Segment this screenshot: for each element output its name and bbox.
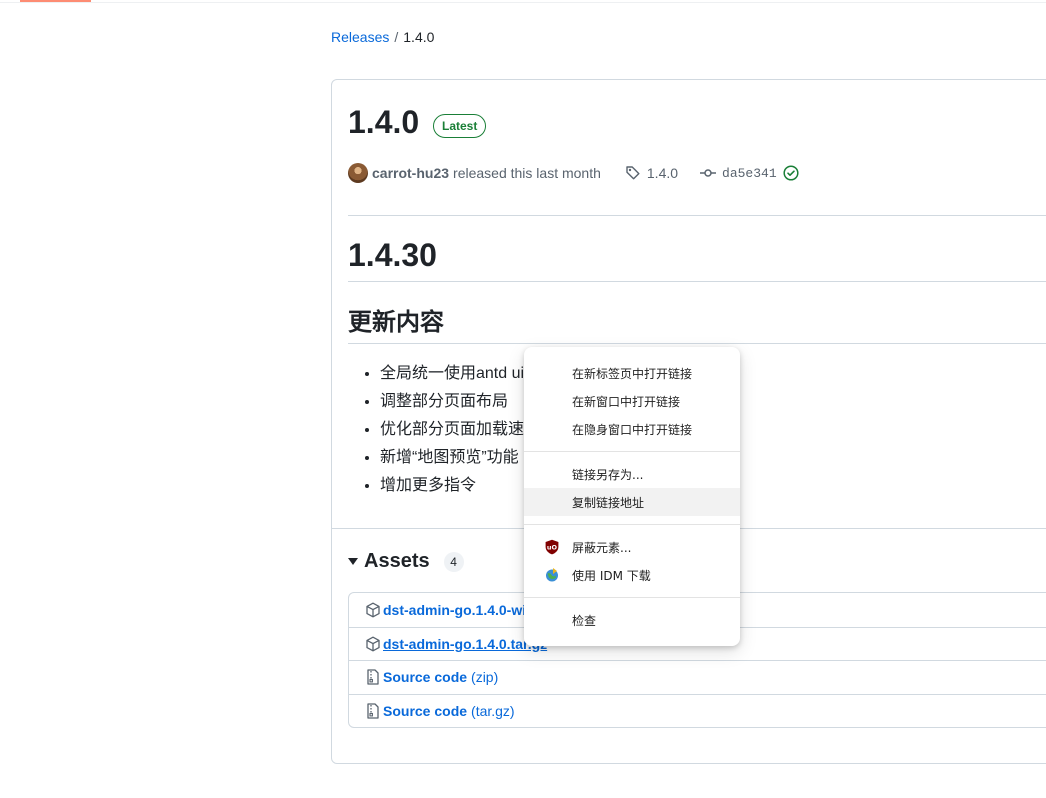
commit-icon [700,165,717,181]
verified-check-icon[interactable] [783,165,799,181]
asset-link[interactable]: Source code [383,669,467,685]
idm-globe-icon [544,567,560,583]
notes-section-heading: 更新内容 [348,309,444,336]
list-item: 全局统一使用antd ui [380,360,524,388]
menu-save-link-as[interactable]: 链接另存为... [524,460,740,488]
asset-suffix: (tar.gz) [471,702,515,719]
menu-open-new-window[interactable]: 在新窗口中打开链接 [524,387,740,415]
breadcrumb-separator: / [394,29,399,45]
menu-separator [524,451,740,452]
avatar[interactable] [348,163,368,183]
commit-sha: da5e341 [722,165,777,181]
ublock-shield-icon: uO [544,539,560,555]
menu-open-new-tab[interactable]: 在新标签页中打开链接 [524,359,740,387]
menu-separator [524,597,740,598]
svg-text:uO: uO [547,544,558,552]
heading-divider [348,281,1046,282]
file-zip-icon [365,669,381,685]
list-item: 调整部分页面布局 [380,388,524,416]
context-menu: 在新标签页中打开链接 在新窗口中打开链接 在隐身窗口中打开链接 链接另存为...… [524,347,740,646]
menu-open-incognito[interactable]: 在隐身窗口中打开链接 [524,415,740,443]
tag-icon [625,165,641,181]
breadcrumb-current: 1.4.0 [403,29,435,45]
asset-suffix: (zip) [471,669,499,686]
menu-download-idm[interactable]: 使用 IDM 下载 [524,561,740,589]
breadcrumb-releases-link[interactable]: Releases [331,29,389,45]
asset-link[interactable]: dst-admin-go.1.4.0-wir [383,602,532,618]
section-divider [348,343,1046,344]
author-link[interactable]: carrot-hu23 [372,165,449,181]
caret-down-icon [348,558,358,565]
asset-row[interactable]: Source code (tar.gz) [349,693,1046,728]
commit-link[interactable]: da5e341 [700,165,799,181]
list-item: 优化部分页面加载速 [380,416,524,444]
menu-download-idm-label: 使用 IDM 下载 [572,568,651,583]
release-meta: carrot-hu23 released this last month 1.4… [348,162,799,184]
menu-copy-link-address[interactable]: 复制链接地址 [524,488,740,516]
menu-block-element[interactable]: uO 屏蔽元素... [524,533,740,561]
header-divider [0,2,1046,3]
asset-row[interactable]: Source code (zip) [349,660,1046,694]
menu-inspect[interactable]: 检查 [524,606,740,634]
package-icon [365,602,381,618]
assets-count-badge: 4 [443,551,464,572]
file-zip-icon [365,703,381,719]
latest-badge: Latest [433,114,487,138]
release-notes-list: 全局统一使用antd ui 调整部分页面布局 优化部分页面加载速 新增“地图预览… [380,360,524,500]
assets-toggle[interactable]: Assets 4 [348,550,464,573]
breadcrumb: Releases / 1.4.0 [331,29,434,45]
notes-version-heading: 1.4.30 [348,237,437,273]
menu-block-element-label: 屏蔽元素... [572,540,632,555]
tag-label: 1.4.0 [646,165,679,181]
release-title[interactable]: 1.4.0 [348,102,419,142]
asset-link[interactable]: Source code [383,703,467,719]
list-item: 新增“地图预览”功能 [380,444,524,472]
assets-heading: Assets [364,550,430,572]
list-item: 增加更多指令 [380,472,524,500]
package-icon [365,636,381,652]
tag-link[interactable]: 1.4.0 [625,165,678,181]
meta-divider [348,215,1046,216]
asset-link[interactable]: dst-admin-go.1.4.0.tar.gz [383,636,547,652]
menu-separator [524,524,740,525]
released-text: released this last month [453,165,601,181]
